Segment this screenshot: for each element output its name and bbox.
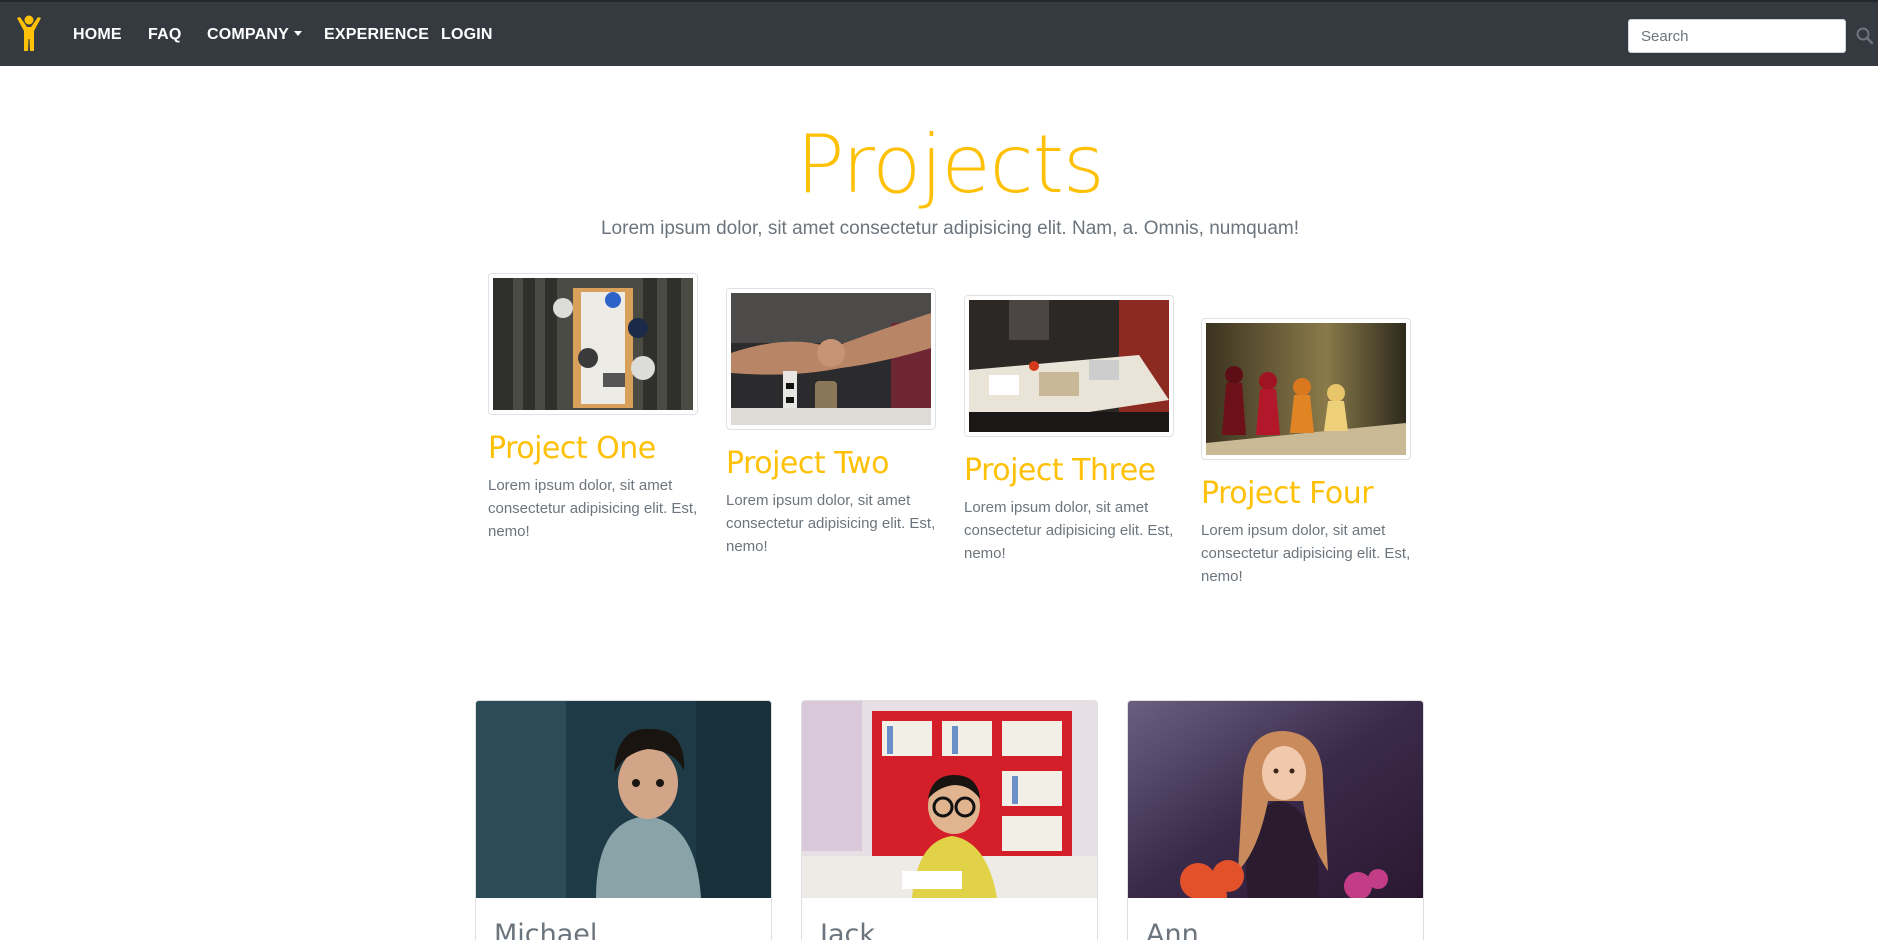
person-card[interactable]: Ann — [1127, 700, 1424, 940]
project-image[interactable] — [726, 288, 936, 430]
nav-login[interactable]: LOGIN — [441, 26, 493, 44]
top-navbar: HOME FAQ COMPANY EXPERIENCE LOGIN — [0, 0, 1878, 66]
project-title[interactable]: Project Four — [1201, 476, 1411, 511]
project-description: Lorem ipsum dolor, sit amet consectetur … — [488, 477, 698, 540]
person-card[interactable]: Jack — [801, 700, 1098, 940]
person-card[interactable]: Michael — [475, 700, 772, 940]
project-item: Project Three Lorem ipsum dolor, sit ame… — [964, 295, 1174, 565]
project-description: Lorem ipsum dolor, sit amet consectetur … — [964, 499, 1174, 562]
person-name: Michael — [494, 919, 598, 940]
chevron-down-icon — [294, 31, 302, 36]
office-meeting-overhead-image — [493, 278, 693, 410]
child-reading-image — [802, 701, 1097, 898]
person-arms-raised-icon[interactable] — [14, 15, 44, 53]
project-image[interactable] — [1201, 318, 1411, 460]
project-title[interactable]: Project One — [488, 431, 698, 466]
search-icon[interactable] — [1855, 26, 1875, 46]
project-item: Project One Lorem ipsum dolor, sit amet … — [488, 273, 698, 543]
nav-company-label: COMPANY — [207, 26, 289, 43]
game-pieces-image — [1206, 323, 1406, 455]
nav-home[interactable]: HOME — [73, 26, 122, 44]
project-item: Project Two Lorem ipsum dolor, sit amet … — [726, 288, 936, 558]
project-description: Lorem ipsum dolor, sit amet consectetur … — [1201, 522, 1411, 585]
project-item: Project Four Lorem ipsum dolor, sit amet… — [1201, 318, 1411, 588]
page-subtitle: Lorem ipsum dolor, sit amet consectetur … — [600, 218, 1299, 239]
project-description: Lorem ipsum dolor, sit amet consectetur … — [726, 492, 936, 555]
project-image[interactable] — [964, 295, 1174, 437]
project-image[interactable] — [488, 273, 698, 415]
team-workspace-image — [969, 300, 1169, 432]
nav-company-dropdown[interactable]: COMPANY — [207, 26, 302, 44]
child-portrait-image — [476, 701, 771, 898]
search-input[interactable] — [1628, 19, 1846, 53]
page-title: Projects — [796, 118, 1104, 211]
project-title[interactable]: Project Three — [964, 453, 1174, 488]
nav-faq[interactable]: FAQ — [148, 26, 182, 44]
person-name: Jack — [820, 919, 875, 940]
team-handshake-image — [731, 293, 931, 425]
project-title[interactable]: Project Two — [726, 446, 936, 481]
nav-experience[interactable]: EXPERIENCE — [324, 26, 429, 44]
girl-portrait-image — [1128, 701, 1423, 898]
person-name: Ann — [1146, 919, 1199, 940]
